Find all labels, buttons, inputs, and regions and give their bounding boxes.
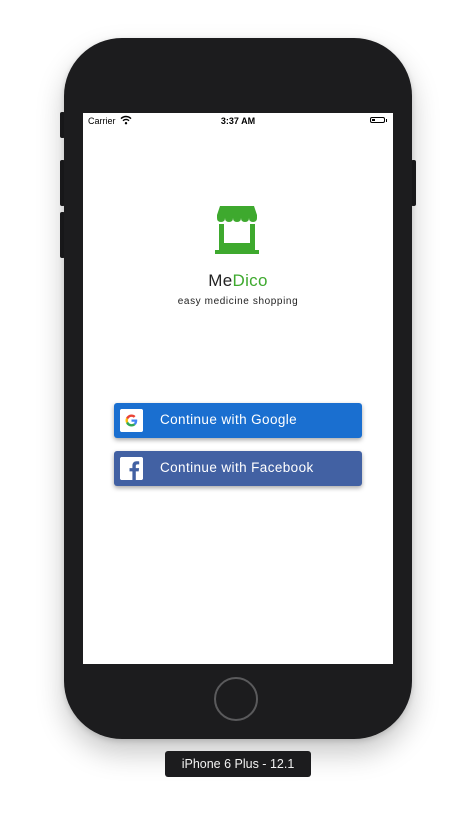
app-title: MeDico: [83, 271, 393, 291]
device-label: iPhone 6 Plus - 12.1: [165, 751, 311, 777]
google-login-button[interactable]: Continue with Google: [114, 403, 362, 438]
facebook-login-button[interactable]: Continue with Facebook: [114, 451, 362, 486]
battery-icon: [370, 117, 387, 123]
google-login-label: Continue with Google: [160, 412, 298, 427]
app-title-me: Me: [208, 271, 233, 290]
facebook-icon: [120, 457, 143, 480]
home-button[interactable]: [214, 677, 258, 721]
app-screen: Carrier 3:37 AM MeDico easy medicine sho…: [83, 113, 393, 664]
app-tagline: easy medicine shopping: [177, 296, 299, 307]
google-icon: [120, 409, 143, 432]
facebook-login-label: Continue with Facebook: [160, 460, 314, 475]
storefront-icon: [215, 206, 259, 254]
status-bar: Carrier 3:37 AM: [83, 113, 393, 129]
app-title-dico: Dico: [232, 271, 268, 290]
status-time: 3:37 AM: [220, 116, 256, 126]
